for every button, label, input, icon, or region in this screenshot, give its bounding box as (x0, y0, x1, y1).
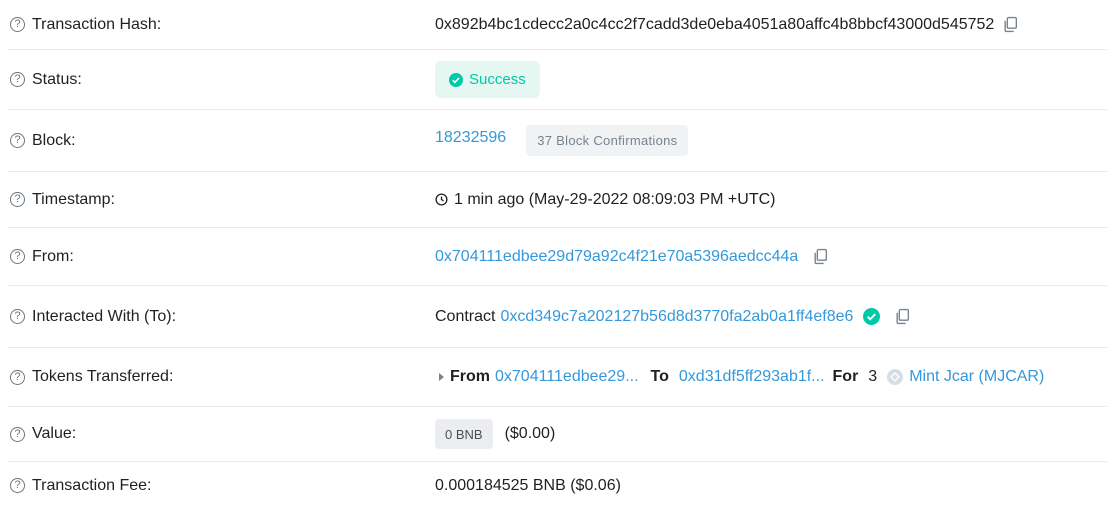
help-icon[interactable]: ? (10, 478, 25, 493)
token-logo-icon (887, 369, 904, 385)
help-icon[interactable]: ? (10, 17, 25, 32)
transaction-hash-value: 0x892b4bc1cdecc2a0c4cc2f7cadd3de0eba4051… (435, 15, 995, 33)
help-icon[interactable]: ? (10, 249, 25, 264)
label-container: ? Value: (10, 407, 76, 461)
value-container: 0 BNB ($0.00) (435, 407, 555, 461)
value-label: Value: (32, 425, 77, 442)
row-value: ? Value: 0 BNB ($0.00) (8, 407, 1107, 462)
value-usd: ($0.00) (504, 425, 556, 442)
caret-right-icon (439, 373, 444, 381)
row-interacted-with: ? Interacted With (To): Contract 0xcd349… (8, 286, 1107, 348)
help-icon[interactable]: ? (10, 192, 25, 207)
block-label: Block: (32, 131, 76, 149)
value-container: 0.000184525 BNB ($0.06) (435, 462, 621, 509)
interacted-with-label: Interacted With (To): (32, 307, 177, 325)
tokens-to-label: To (650, 368, 669, 385)
transaction-fee-value: 0.000184525 BNB ($0.06) (435, 476, 621, 494)
label-container: ? Timestamp: (10, 172, 115, 227)
value-container: Success (435, 50, 540, 109)
tokens-transferred-label: Tokens Transferred: (32, 368, 174, 385)
help-icon[interactable]: ? (10, 309, 25, 324)
copy-icon[interactable] (812, 248, 829, 265)
status-label: Status: (32, 70, 82, 88)
help-icon[interactable]: ? (10, 133, 25, 148)
check-circle-icon (449, 72, 463, 87)
row-status: ? Status: Success (8, 50, 1107, 110)
tokens-to-address-link[interactable]: 0xd31df5ff293ab1f... (679, 368, 825, 386)
value-container: 18232596 37 Block Confirmations (435, 110, 689, 171)
value-container: 0x704111edbee29d79a92c4f21e70a5396aedcc4… (435, 228, 829, 285)
value-amount-chip: 0 BNB (435, 419, 493, 449)
tokens-amount: 3 (868, 368, 878, 385)
help-icon[interactable]: ? (10, 426, 25, 442)
token-name-link[interactable]: Mint Jcar (MJCAR) (909, 368, 1044, 386)
from-label: From: (32, 247, 74, 265)
tokens-from-address-link[interactable]: 0x704111edbee29... (495, 368, 639, 386)
label-container: ? From: (10, 228, 74, 285)
timestamp-label: Timestamp: (32, 190, 115, 208)
status-text: Success (469, 71, 526, 88)
label-container: ? Transaction Hash: (10, 0, 161, 49)
row-transaction-hash: ? Transaction Hash: 0x892b4bc1cdecc2a0c4… (8, 0, 1107, 50)
label-container: ? Tokens Transferred: (10, 348, 173, 406)
contract-prefix: Contract (435, 307, 496, 325)
row-transaction-fee: ? Transaction Fee: 0.000184525 BNB ($0.0… (8, 462, 1107, 509)
label-container: ? Block: (10, 110, 76, 171)
timestamp-value: 1 min ago (May-29-2022 08:09:03 PM +UTC) (454, 190, 776, 208)
value-container: From 0x704111edbee29... To 0xd31df5ff293… (439, 348, 1044, 406)
verified-check-icon (863, 308, 881, 325)
value-container: Contract 0xcd349c7a202127b56d8d3770fa2ab… (435, 286, 911, 347)
value-container: 0x892b4bc1cdecc2a0c4cc2f7cadd3de0eba4051… (435, 0, 1019, 49)
row-tokens-transferred: ? Tokens Transferred: From 0x704111edbee… (8, 348, 1107, 407)
help-icon[interactable]: ? (10, 369, 25, 385)
label-container: ? Transaction Fee: (10, 462, 151, 509)
block-number-link[interactable]: 18232596 (435, 129, 506, 147)
label-container: ? Status: (10, 50, 82, 109)
block-confirmations-badge: 37 Block Confirmations (526, 125, 689, 156)
help-icon[interactable]: ? (10, 72, 25, 87)
label-container: ? Interacted With (To): (10, 286, 176, 347)
value-container: 1 min ago (May-29-2022 08:09:03 PM +UTC) (435, 172, 775, 227)
row-block: ? Block: 18232596 37 Block Confirmations (8, 110, 1107, 172)
from-address-link[interactable]: 0x704111edbee29d79a92c4f21e70a5396aedcc4… (435, 248, 798, 266)
transaction-fee-label: Transaction Fee: (32, 476, 152, 494)
status-badge: Success (435, 61, 540, 98)
transaction-hash-label: Transaction Hash: (32, 15, 162, 33)
copy-icon[interactable] (1002, 16, 1019, 33)
copy-icon[interactable] (894, 308, 911, 325)
clock-icon (435, 193, 448, 206)
row-from: ? From: 0x704111edbee29d79a92c4f21e70a53… (8, 228, 1107, 286)
tokens-from-label: From (450, 368, 490, 385)
tokens-for-label: For (832, 368, 859, 385)
contract-address-link[interactable]: 0xcd349c7a202127b56d8d3770fa2ab0a1ff4ef8… (500, 308, 853, 326)
row-timestamp: ? Timestamp: 1 min ago (May-29-2022 08:0… (8, 172, 1107, 228)
